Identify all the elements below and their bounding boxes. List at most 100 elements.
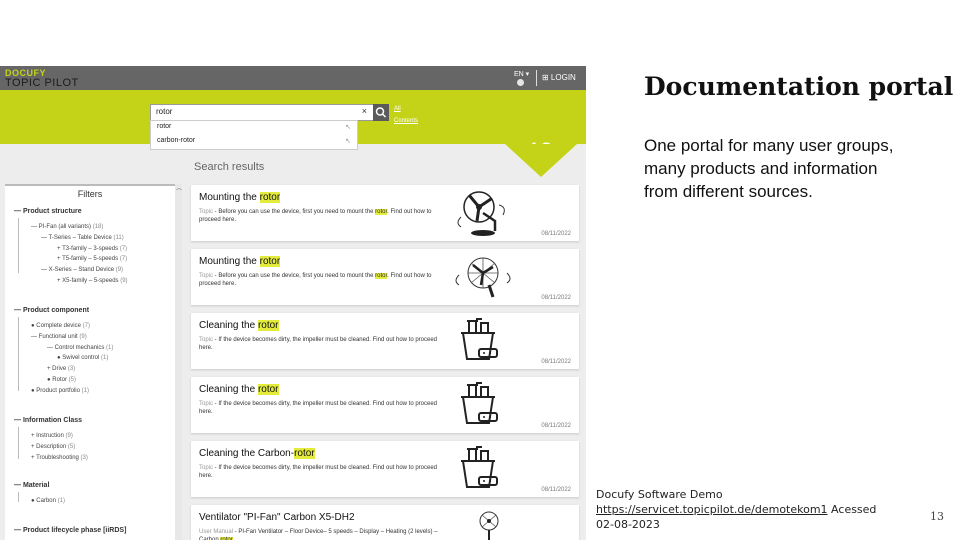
cleaning-bucket-icon [461,446,498,488]
snippet-text: - If the device becomes dirty, the impel… [199,337,438,351]
snippet-highlight: rotor [375,273,388,279]
filter-group-lifecycle-phase[interactable]: — Product lifecycle phase [iiRDS] [14,527,126,534]
snippet-text: - PI-Fan Ventilator – Floor Device– 5 sp… [199,529,438,540]
tree-line [18,492,19,502]
filter-label: + Drive [47,366,67,372]
clear-icon[interactable]: × [362,106,367,116]
filters-title: Filters [77,189,103,199]
scope-all-link[interactable]: All [394,106,401,112]
filter-label: ● Carbon [31,498,56,504]
filter-item[interactable]: — Functional unit (9) [31,334,87,340]
filter-group-product-component[interactable]: — Product component [14,307,89,314]
result-kind: Topic [199,273,214,279]
divider [536,70,537,86]
search-input[interactable]: rotor × [150,104,374,121]
login-button[interactable]: ⊞ LOGIN [542,73,576,82]
filter-item[interactable]: — T-Series – Table Device (11) [41,235,124,241]
filter-group-information-class[interactable]: — Information Class [14,417,82,424]
filter-label: ● Product portfolio [31,388,80,394]
filter-item[interactable]: — X-Series – Stand Device (9) [41,267,123,273]
filter-label: — T-Series – Table Device [41,235,112,241]
filter-item[interactable]: — PI-Fan (all variants) (18) [31,224,103,230]
credit-date: 02-08-2023 [596,518,660,531]
result-title[interactable]: Cleaning the rotor [199,384,279,395]
result-snippet: User Manual - PI-Fan Ventilator – Floor … [199,528,439,540]
portal-topbar: DOCUFY TOPIC PILOT EN ▾ ⊞ LOGIN [0,66,586,90]
result-title[interactable]: Cleaning the Carbon-rotor [199,448,315,459]
result-card[interactable]: Cleaning the rotor Topic - If the device… [191,313,579,369]
filter-count: (7) [119,246,128,252]
result-card[interactable]: Ventilator "PI-Fan" Carbon X5-DH2 User M… [191,505,579,540]
filters-panel: Filters — Product structure — PI-Fan (al… [5,184,175,540]
filter-item[interactable]: + Instruction (9) [31,433,73,439]
result-date: 08/11/2022 [541,423,571,429]
filter-label: ● Rotor [47,377,67,383]
globe-icon[interactable] [517,79,524,86]
filter-group-material[interactable]: — Material [14,482,49,489]
filter-item[interactable]: + Description (5) [31,444,75,450]
suggestion-item[interactable]: rotor [157,123,171,130]
filter-count: (9) [115,267,124,273]
arrow-up-left-icon[interactable]: ↖ [345,123,351,131]
result-snippet: Topic - If the device becomes dirty, the… [199,464,439,480]
filters-scrollbar[interactable] [175,184,182,540]
filter-item[interactable]: + Drive (3) [47,366,75,372]
arrow-up-left-icon[interactable]: ↖ [345,137,351,145]
result-kind: User Manual [199,529,234,535]
result-card[interactable]: Cleaning the Carbon-rotor Topic - If the… [191,441,579,497]
result-title-text: Cleaning the [199,384,258,395]
filter-count: (9) [79,334,87,340]
result-title[interactable]: Ventilator "PI-Fan" Carbon X5-DH2 [199,512,355,523]
filter-group-product-structure[interactable]: — Product structure [14,208,82,215]
chevron-up-icon[interactable]: ︿ [176,183,182,192]
filter-item[interactable]: ● Rotor (5) [47,377,76,383]
search-button[interactable] [373,104,389,121]
filter-count: (5) [68,377,76,383]
filter-item[interactable]: + T3-family – 3-speeds (7) [57,246,127,252]
result-title[interactable]: Cleaning the rotor [199,320,279,331]
result-title[interactable]: Mounting the rotor [199,256,281,267]
suggestion-item[interactable]: carbon-rotor [157,137,195,144]
result-title[interactable]: Mounting the rotor [199,192,281,203]
result-kind: Topic [199,465,214,471]
snippet-text: - If the device becomes dirty, the impel… [199,465,438,479]
result-date: 08/11/2022 [541,359,571,365]
filter-count: (3) [67,366,76,372]
search-suggestions: rotor ↖ carbon-rotor ↖ [150,120,358,150]
tree-line [18,427,19,459]
filter-item[interactable]: ● Swivel control (1) [57,355,108,361]
tree-line [18,218,19,273]
language-selector[interactable]: EN ▾ [514,70,529,78]
scope-contents-link[interactable]: Contents [394,118,418,124]
filter-item[interactable]: — Control mechanics (1) [47,345,113,351]
filter-count: (1) [100,355,109,361]
slide-title: Documentation portal [644,72,954,101]
result-title-text: Cleaning the [199,320,258,331]
filter-item[interactable]: ● Carbon (1) [31,498,65,504]
slide-number: 13 [930,510,944,523]
filter-item[interactable]: ● Product portfolio (1) [31,388,89,394]
filter-count: (1) [106,345,114,351]
filter-label: + Description [31,444,67,450]
result-count-arrow [505,144,577,177]
filter-count: (1) [81,388,89,394]
result-card[interactable]: Mounting the rotor Topic - Before you ca… [191,249,579,305]
snippet-text: - Before you can use the device, first y… [213,273,376,279]
cleaning-bucket-icon [461,382,498,424]
filter-item[interactable]: + T5-family – 5-speeds (7) [57,256,127,262]
filter-count: (7) [82,323,90,329]
result-card[interactable]: Mounting the rotor Topic - Before you ca… [191,185,579,241]
portal-screenshot: DOCUFY TOPIC PILOT EN ▾ ⊞ LOGIN 18 rotor… [0,66,586,540]
result-card[interactable]: Cleaning the rotor Topic - If the device… [191,377,579,433]
snippet-highlight: rotor [375,209,388,215]
filter-count: (11) [113,235,124,241]
filter-item[interactable]: + X5-family – 5-speeds (9) [57,278,128,284]
source-link[interactable]: https://servicet.topicpilot.de/demotekom… [596,503,828,516]
filter-item[interactable]: + Troubleshooting (3) [31,455,88,461]
filter-item[interactable]: ● Complete device (7) [31,323,90,329]
result-title-highlight: rotor [257,384,279,395]
result-title-highlight: rotor [294,448,315,459]
result-snippet: Topic - Before you can use the device, f… [199,208,439,224]
result-title-text: Mounting the [199,256,260,267]
credit-link-line: https://servicet.topicpilot.de/demotekom… [596,502,916,517]
